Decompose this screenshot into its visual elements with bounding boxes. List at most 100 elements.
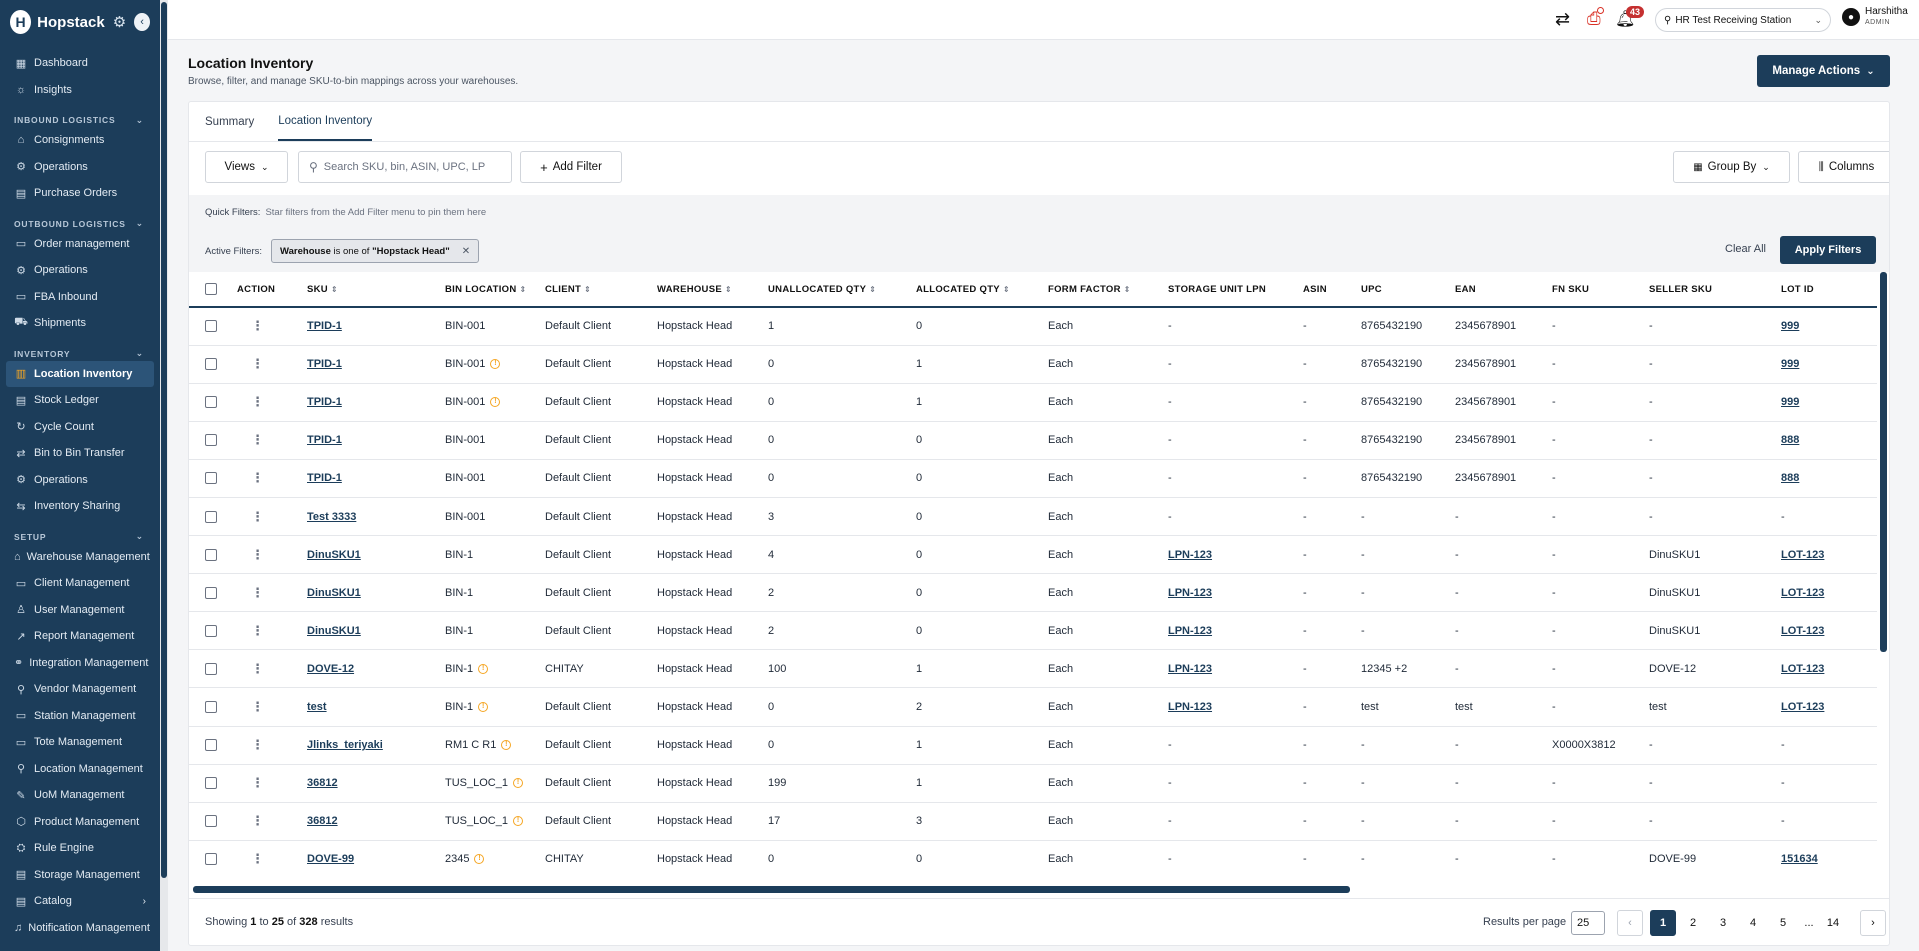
sidebar-item-insights[interactable]: ☼ Insights: [0, 77, 160, 104]
sidebar-item-operations[interactable]: ⚙ Operations: [0, 154, 160, 181]
table-row[interactable]: ⋮ DinuSKU1 BIN-1 Default Client Hopstack Hea…: [189, 611, 1877, 651]
row-checkbox[interactable]: [205, 320, 217, 333]
cell-sku-value[interactable]: test: [307, 701, 327, 713]
sidebar-item-storage-management[interactable]: ▤ Storage Management: [0, 862, 160, 889]
cell-lot[interactable]: 999: [1781, 307, 1877, 346]
cell-lot[interactable]: LOT-123: [1781, 649, 1877, 689]
row-checkbox[interactable]: [205, 472, 217, 485]
cell-lpn[interactable]: LPN-123: [1168, 687, 1303, 727]
sidebar-item-inventory-sharing[interactable]: ⇆ Inventory Sharing: [0, 493, 160, 520]
cell-lot-value[interactable]: 888: [1781, 472, 1799, 484]
cell-lot[interactable]: 888: [1781, 459, 1877, 498]
table-row[interactable]: ⋮ TPID-1 BIN-001! Default Client Hopstack He…: [189, 383, 1877, 422]
sidebar-item-shipments[interactable]: ⛟ Shipments: [0, 310, 160, 337]
cell-lot[interactable]: 999: [1781, 383, 1877, 422]
kebab-menu-icon[interactable]: ⋮: [251, 813, 264, 828]
columns-button[interactable]: ⫼ Columns: [1798, 151, 1889, 183]
row-checkbox[interactable]: [205, 434, 217, 447]
cell-sku[interactable]: DOVE-12: [307, 649, 445, 689]
cell-lpn-value[interactable]: LPN-123: [1168, 587, 1212, 599]
table-row[interactable]: ⋮ TPID-1 BIN-001! Default Client Hopstack He…: [189, 345, 1877, 384]
kebab-menu-icon[interactable]: ⋮: [251, 699, 264, 714]
column-header-warehouse[interactable]: WAREHOUSE ⇕: [657, 272, 768, 308]
cell-lpn-value[interactable]: LPN-123: [1168, 701, 1212, 713]
cell-lpn[interactable]: LPN-123: [1168, 611, 1303, 651]
kebab-menu-icon[interactable]: ⋮: [251, 623, 264, 638]
page-button-1[interactable]: 1: [1650, 910, 1676, 936]
cell-sku[interactable]: TPID-1: [307, 383, 445, 422]
cell-lot-value[interactable]: 999: [1781, 396, 1799, 408]
cell-lot-value[interactable]: 999: [1781, 320, 1799, 332]
cell-sku-value[interactable]: 36812: [307, 777, 338, 789]
column-header-form-factor[interactable]: FORM FACTOR ⇕: [1048, 272, 1168, 308]
sidebar-item-catalog[interactable]: ▤ Catalog ›: [0, 888, 160, 915]
cell-sku-value[interactable]: TPID-1: [307, 434, 342, 446]
cell-sku[interactable]: 36812: [307, 802, 445, 841]
sidebar-item-location-inventory[interactable]: ▥ Location Inventory: [6, 360, 154, 387]
cell-sku-value[interactable]: TPID-1: [307, 358, 342, 370]
apply-filters-button[interactable]: Apply Filters: [1780, 236, 1876, 264]
next-page-button[interactable]: ›: [1860, 910, 1886, 936]
cell-sku-value[interactable]: Test 3333: [307, 511, 356, 523]
cell-lot-value[interactable]: LOT-123: [1781, 701, 1824, 713]
sort-icon[interactable]: ⇕: [725, 285, 732, 294]
page-button-3[interactable]: 3: [1710, 910, 1736, 936]
column-header-unallocated-qty[interactable]: UNALLOCATED QTY ⇕: [768, 272, 916, 308]
prev-page-button[interactable]: ‹: [1617, 910, 1643, 936]
page-button-2[interactable]: 2: [1680, 910, 1706, 936]
cell-sku[interactable]: TPID-1: [307, 345, 445, 384]
cell-sku-value[interactable]: Jlinks_teriyaki: [307, 739, 383, 751]
search-input[interactable]: [323, 161, 494, 173]
row-checkbox[interactable]: [205, 777, 217, 790]
cell-lpn[interactable]: LPN-123: [1168, 535, 1303, 575]
cell-lpn-value[interactable]: LPN-123: [1168, 549, 1212, 561]
add-filter-button[interactable]: + Add Filter: [520, 151, 622, 183]
cell-lot[interactable]: LOT-123: [1781, 611, 1877, 651]
sidebar-item-cycle-count[interactable]: ↻ Cycle Count: [0, 414, 160, 441]
table-row[interactable]: ⋮ Jlinks_teriyaki RM1 C R1! Default Client H…: [189, 726, 1877, 765]
clear-all-button[interactable]: Clear All: [1725, 243, 1766, 255]
kebab-menu-icon[interactable]: ⋮: [251, 851, 264, 866]
table-row[interactable]: ⋮ TPID-1 BIN-001 Default Client Hopstack Hea…: [189, 307, 1877, 346]
user-menu[interactable]: ● Harshitha ADMIN: [1842, 6, 1908, 28]
sidebar-item-report-management[interactable]: ↗ Report Management: [0, 623, 160, 650]
sidebar-section-inbound-logistics[interactable]: INBOUND LOGISTICS ⌄: [0, 103, 160, 127]
cell-sku[interactable]: DinuSKU1: [307, 573, 445, 613]
kebab-menu-icon[interactable]: ⋮: [251, 585, 264, 600]
manage-actions-button[interactable]: Manage Actions ⌄: [1757, 55, 1890, 87]
sidebar-scrollbar[interactable]: [160, 0, 168, 951]
column-header-sku[interactable]: SKU ⇕: [307, 272, 445, 308]
cell-lot-value[interactable]: LOT-123: [1781, 549, 1824, 561]
cell-lot-value[interactable]: 151634: [1781, 853, 1818, 865]
cell-lot[interactable]: LOT-123: [1781, 687, 1877, 727]
row-checkbox[interactable]: [205, 815, 217, 828]
sort-icon[interactable]: ⇕: [1003, 285, 1010, 294]
cell-sku[interactable]: test: [307, 687, 445, 727]
cell-lpn-value[interactable]: LPN-123: [1168, 625, 1212, 637]
cell-lot-value[interactable]: LOT-123: [1781, 625, 1824, 637]
table-row[interactable]: ⋮ DOVE-99 2345! CHITAY Hopstack Head 0 0 Each - -…: [189, 840, 1877, 876]
cell-sku[interactable]: TPID-1: [307, 459, 445, 498]
sort-icon[interactable]: ⇕: [869, 285, 876, 294]
sort-icon[interactable]: ⇕: [584, 285, 591, 294]
sidebar-item-dashboard[interactable]: ▦ Dashboard: [0, 50, 160, 77]
cell-sku[interactable]: TPID-1: [307, 421, 445, 460]
results-per-page-select[interactable]: 25: [1571, 911, 1605, 935]
cell-sku-value[interactable]: 36812: [307, 815, 338, 827]
sidebar-item-station-management[interactable]: ▭ Station Management: [0, 703, 160, 730]
table-row[interactable]: ⋮ Test 3333 BIN-001 Default Client Hopstack …: [189, 497, 1877, 537]
tab-location-inventory[interactable]: Location Inventory: [278, 102, 373, 141]
kebab-menu-icon[interactable]: ⋮: [251, 509, 264, 524]
cell-sku[interactable]: Jlinks_teriyaki: [307, 726, 445, 765]
printer-icon[interactable]: ⎙: [1587, 7, 1604, 29]
column-header-bin-location[interactable]: BIN LOCATION ⇕: [445, 272, 545, 308]
kebab-menu-icon[interactable]: ⋮: [251, 356, 264, 371]
kebab-menu-icon[interactable]: ⋮: [251, 432, 264, 447]
sidebar-item-consignments[interactable]: ⌂ Consignments: [0, 127, 160, 154]
kebab-menu-icon[interactable]: ⋮: [251, 318, 264, 333]
cell-sku-value[interactable]: TPID-1: [307, 396, 342, 408]
sort-icon[interactable]: ⇕: [520, 285, 527, 294]
row-checkbox[interactable]: [205, 853, 217, 866]
cell-lpn[interactable]: LPN-123: [1168, 649, 1303, 689]
column-header-client[interactable]: CLIENT ⇕: [545, 272, 657, 308]
